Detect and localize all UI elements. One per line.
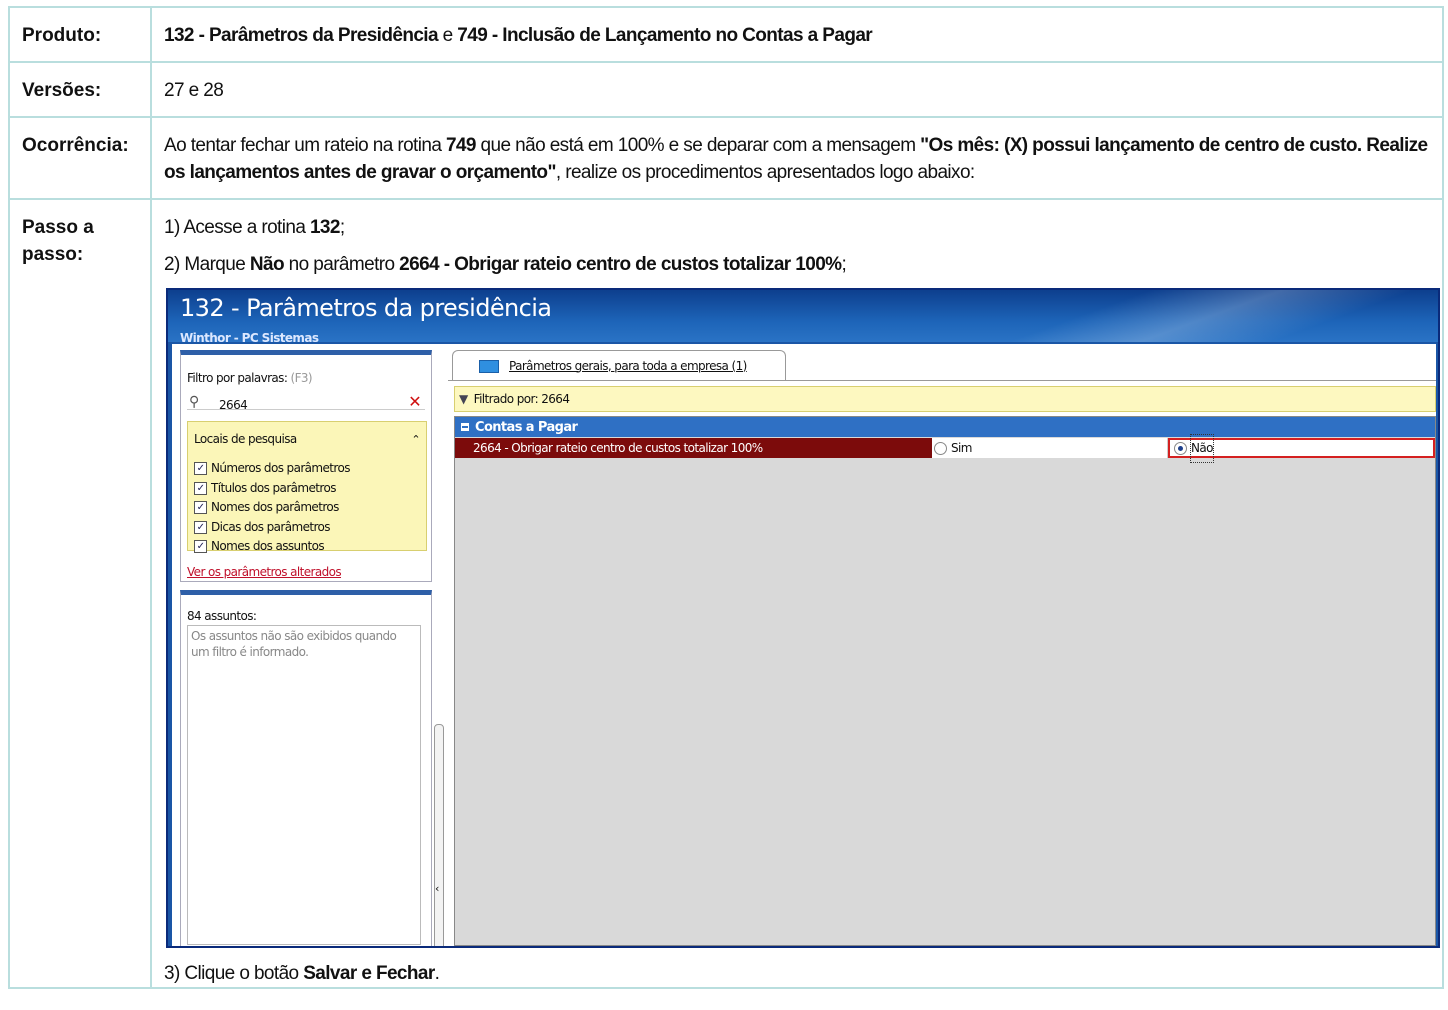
checkbox-assuntos[interactable]: ✓ Nomes dos assuntos xyxy=(188,537,426,557)
passo-content: 1) Acesse a rotina 132; 2) Marque Não no… xyxy=(150,198,1444,989)
titlebar-shine xyxy=(918,290,1438,342)
magnifier-icon: ⚲ xyxy=(189,394,199,410)
parameters-panel: Parâmetros gerais, para toda a empresa (… xyxy=(448,350,1436,946)
assuntos-panel: 84 assuntos: Os assuntos não são exibido… xyxy=(180,590,432,946)
filtered-by-text: Filtrado por: 2664 xyxy=(473,391,570,406)
locais-header[interactable]: Locais de pesquisa ⌃ xyxy=(188,422,426,459)
filtered-by-bar: ▼ Filtrado por: 2664 xyxy=(454,386,1436,412)
assuntos-list: Os assuntos não são exibidos quando um f… xyxy=(187,625,421,945)
panel-splitter[interactable]: ‹ xyxy=(434,724,444,946)
step-3: 3) Clique o botão Salvar e Fechar. xyxy=(164,963,440,984)
checkbox-icon: ✓ xyxy=(194,540,207,554)
tab-label: Parâmetros gerais, para toda a empresa (… xyxy=(509,358,747,373)
parameters-grid: Contas a Pagar 2664 - Obrigar rateio cen… xyxy=(454,416,1436,946)
step-1: 1) Acesse a rotina 132; xyxy=(164,217,345,238)
parametros-screenshot: 132 - Parâmetros da presidência Winthor … xyxy=(166,288,1440,948)
versoes-value: 27 e 28 xyxy=(150,61,1444,118)
ocorrencia-text: Ao tentar fechar um rateio na rotina 749… xyxy=(150,116,1444,200)
produto-value: 132 - Parâmetros da Presidência e 749 - … xyxy=(150,6,1444,63)
folder-icon xyxy=(479,359,499,373)
filter-search-input[interactable]: 2664 xyxy=(219,392,248,419)
checkbox-icon: ✓ xyxy=(194,462,207,476)
versoes-label: Versões: xyxy=(8,61,152,118)
procedure-table: Produto: 132 - Parâmetros da Presidência… xyxy=(8,6,1444,989)
produto-label: Produto: xyxy=(8,6,152,63)
tab-parametros-gerais[interactable]: Parâmetros gerais, para toda a empresa (… xyxy=(452,350,786,381)
filter-label: Filtro por palavras: (F3) xyxy=(187,371,313,385)
ver-alterados-link[interactable]: Ver os parâmetros alterados xyxy=(187,559,342,586)
filter-search-box[interactable]: ⚲ 2664 ✕ xyxy=(187,389,425,412)
option-nao[interactable]: Não xyxy=(1168,433,1435,463)
step-2: 2) Marque Não no parâmetro 2664 - Obriga… xyxy=(164,254,847,275)
collapse-icon[interactable]: ⌃ xyxy=(411,426,420,453)
option-sim[interactable]: Sim xyxy=(932,438,1168,458)
parameter-row[interactable]: 2664 - Obrigar rateio centro de custos t… xyxy=(455,433,1435,463)
checkbox-icon: ✓ xyxy=(194,520,207,534)
checkbox-icon: ✓ xyxy=(194,481,207,495)
ocorrencia-label: Ocorrência: xyxy=(8,116,152,200)
window-title: 132 - Parâmetros da presidência xyxy=(180,294,552,322)
window-body: Filtro por palavras: (F3) ⚲ 2664 ✕ Locai… xyxy=(172,344,1436,946)
filter-panel: Filtro por palavras: (F3) ⚲ 2664 ✕ Locai… xyxy=(180,350,432,582)
radio-sim-icon[interactable] xyxy=(934,441,947,455)
checkbox-icon: ✓ xyxy=(194,501,207,515)
locais-title: Locais de pesquisa xyxy=(194,432,297,446)
minus-icon[interactable] xyxy=(461,423,469,431)
tab-underline xyxy=(448,380,1436,381)
radio-nao-icon[interactable] xyxy=(1174,441,1187,455)
window-titlebar: 132 - Parâmetros da presidência Winthor … xyxy=(168,290,1438,345)
locais-de-pesquisa: Locais de pesquisa ⌃ ✓ Números dos parâmet… xyxy=(187,421,427,554)
parameter-name: 2664 - Obrigar rateio centro de custos t… xyxy=(455,438,932,458)
chevron-left-icon: ‹ xyxy=(435,882,439,895)
clear-filter-icon[interactable]: ✕ xyxy=(408,388,421,415)
passo-label: Passo a passo: xyxy=(8,198,152,989)
funnel-icon: ▼ xyxy=(459,391,468,406)
